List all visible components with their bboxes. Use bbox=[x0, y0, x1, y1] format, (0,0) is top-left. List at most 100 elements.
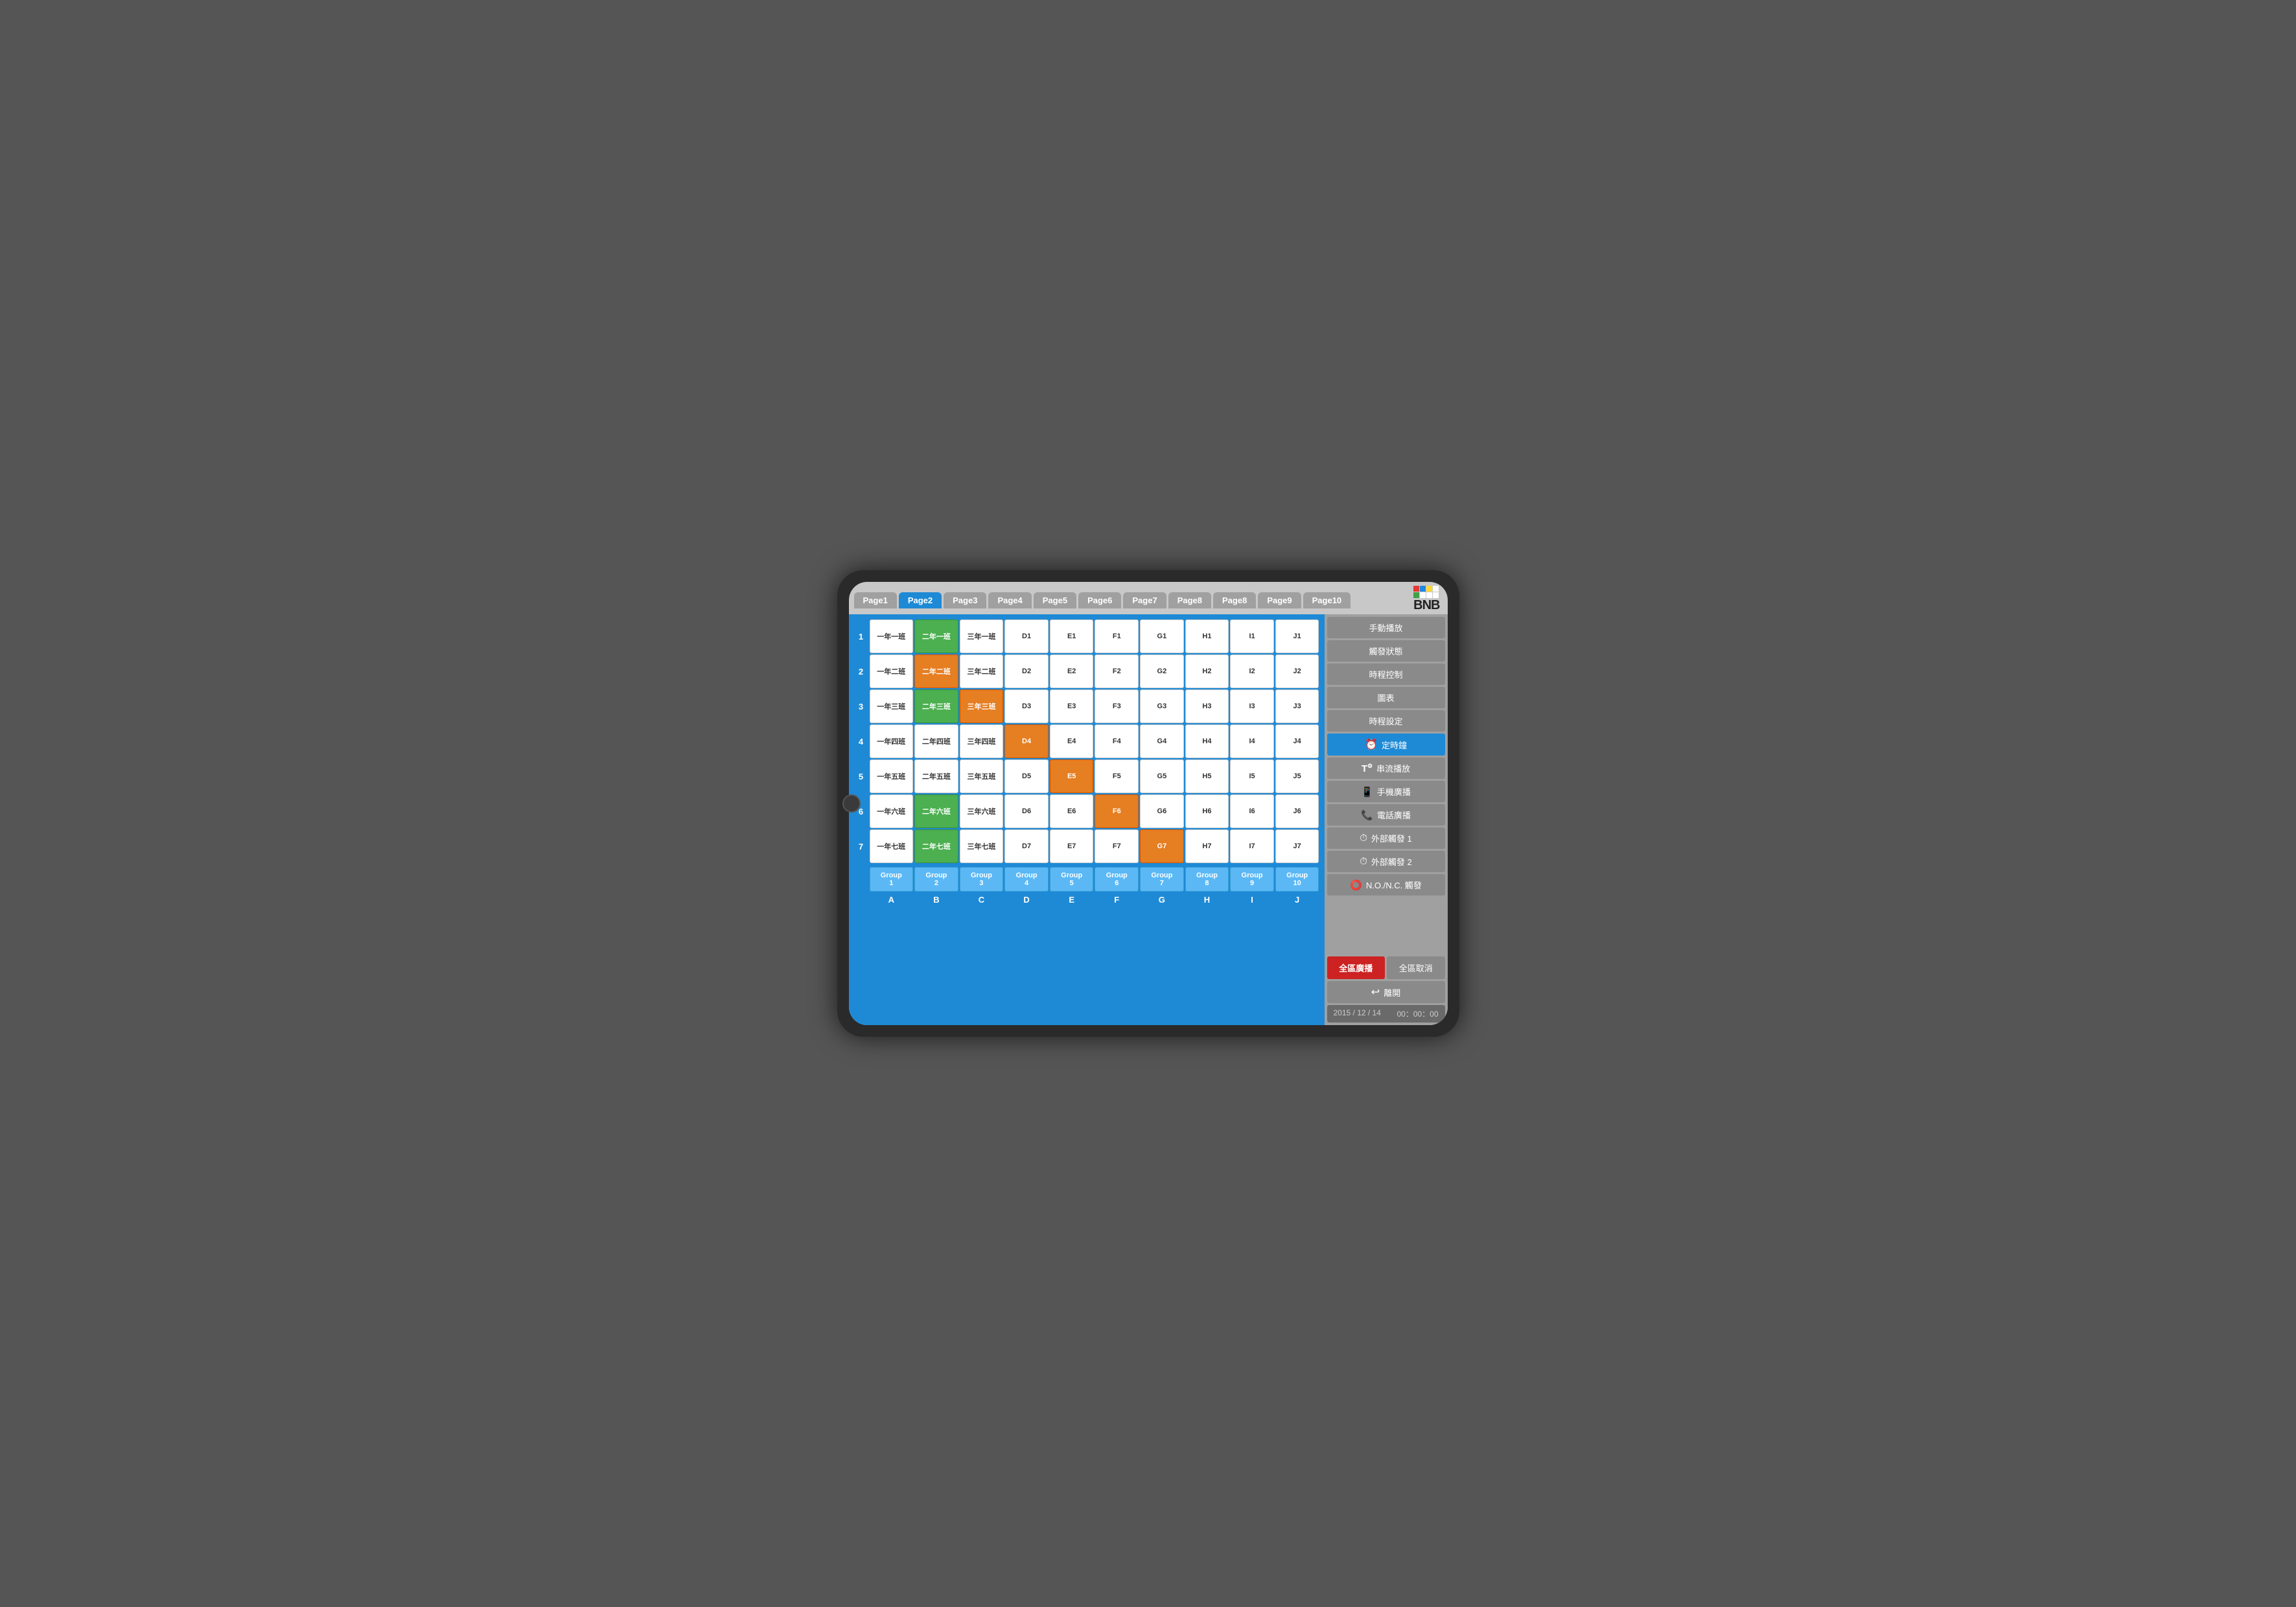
tab-page2[interactable]: Page2 bbox=[899, 592, 942, 608]
cell-7-e[interactable]: E7 bbox=[1050, 829, 1094, 863]
leave-button[interactable]: ↩ 離開 bbox=[1327, 981, 1445, 1003]
cell-7-j[interactable]: J7 bbox=[1275, 829, 1319, 863]
cell-3-g[interactable]: G3 bbox=[1140, 689, 1184, 723]
cell-1-g[interactable]: G1 bbox=[1140, 619, 1184, 653]
menu-stream[interactable]: T⚙ 串流播放 bbox=[1327, 757, 1445, 779]
cell-1-h[interactable]: H1 bbox=[1185, 619, 1229, 653]
group-8[interactable]: Group8 bbox=[1185, 867, 1229, 892]
cell-7-g[interactable]: G7 bbox=[1140, 829, 1184, 863]
cell-5-i[interactable]: I5 bbox=[1230, 759, 1274, 793]
cell-4-j[interactable]: J4 bbox=[1275, 724, 1319, 758]
cell-5-d[interactable]: D5 bbox=[1004, 759, 1049, 793]
tab-page5[interactable]: Page5 bbox=[1034, 592, 1076, 608]
broadcast-all-button[interactable]: 全區廣播 bbox=[1327, 956, 1386, 979]
cell-6-f[interactable]: F6 bbox=[1095, 794, 1139, 828]
cell-4-c[interactable]: 三年四班 bbox=[960, 724, 1004, 758]
cell-3-h[interactable]: H3 bbox=[1185, 689, 1229, 723]
cell-6-d[interactable]: D6 bbox=[1004, 794, 1049, 828]
cell-7-i[interactable]: I7 bbox=[1230, 829, 1274, 863]
cell-3-b[interactable]: 二年三班 bbox=[914, 689, 958, 723]
cell-4-d[interactable]: D4 bbox=[1004, 724, 1049, 758]
cell-5-b[interactable]: 二年五班 bbox=[914, 759, 958, 793]
cell-3-i[interactable]: I3 bbox=[1230, 689, 1274, 723]
cell-6-e[interactable]: E6 bbox=[1050, 794, 1094, 828]
cell-4-i[interactable]: I4 bbox=[1230, 724, 1274, 758]
menu-schedule-settings[interactable]: 時程設定 bbox=[1327, 710, 1445, 732]
tab-page8a[interactable]: Page8 bbox=[1168, 592, 1211, 608]
cell-7-c[interactable]: 三年七班 bbox=[960, 829, 1004, 863]
cell-2-j[interactable]: J2 bbox=[1275, 654, 1319, 688]
cell-5-a[interactable]: 一年五班 bbox=[870, 759, 914, 793]
cell-7-b[interactable]: 二年七班 bbox=[914, 829, 958, 863]
cell-4-a[interactable]: 一年四班 bbox=[870, 724, 914, 758]
cell-7-d[interactable]: D7 bbox=[1004, 829, 1049, 863]
cell-4-e[interactable]: E4 bbox=[1050, 724, 1094, 758]
cell-1-e[interactable]: E1 bbox=[1050, 619, 1094, 653]
group-2[interactable]: Group2 bbox=[914, 867, 958, 892]
group-1[interactable]: Group1 bbox=[870, 867, 914, 892]
cell-5-h[interactable]: H5 bbox=[1185, 759, 1229, 793]
cell-6-j[interactable]: J6 bbox=[1275, 794, 1319, 828]
cell-2-d[interactable]: D2 bbox=[1004, 654, 1049, 688]
cell-2-i[interactable]: I2 bbox=[1230, 654, 1274, 688]
cell-1-j[interactable]: J1 bbox=[1275, 619, 1319, 653]
cell-2-h[interactable]: H2 bbox=[1185, 654, 1229, 688]
cell-3-e[interactable]: E3 bbox=[1050, 689, 1094, 723]
cell-2-e[interactable]: E2 bbox=[1050, 654, 1094, 688]
cell-5-f[interactable]: F5 bbox=[1095, 759, 1139, 793]
tab-page10[interactable]: Page10 bbox=[1303, 592, 1351, 608]
cell-5-e[interactable]: E5 bbox=[1050, 759, 1094, 793]
cell-2-a[interactable]: 一年二班 bbox=[870, 654, 914, 688]
cell-4-b[interactable]: 二年四班 bbox=[914, 724, 958, 758]
group-10[interactable]: Group10 bbox=[1275, 867, 1319, 892]
tab-page4[interactable]: Page4 bbox=[988, 592, 1031, 608]
cell-1-a[interactable]: 一年一班 bbox=[870, 619, 914, 653]
cell-4-f[interactable]: F4 bbox=[1095, 724, 1139, 758]
menu-timer[interactable]: ⏰ 定時鐘 bbox=[1327, 734, 1445, 756]
cell-5-j[interactable]: J5 bbox=[1275, 759, 1319, 793]
tab-page3[interactable]: Page3 bbox=[944, 592, 986, 608]
cancel-all-button[interactable]: 全區取消 bbox=[1387, 956, 1445, 979]
cell-3-d[interactable]: D3 bbox=[1004, 689, 1049, 723]
menu-ext-trigger1[interactable]: ⏱ 外部觸發 1 bbox=[1327, 827, 1445, 849]
menu-mobile[interactable]: 📱 手機廣播 bbox=[1327, 781, 1445, 802]
group-9[interactable]: Group9 bbox=[1230, 867, 1274, 892]
cell-3-f[interactable]: F3 bbox=[1095, 689, 1139, 723]
cell-4-h[interactable]: H4 bbox=[1185, 724, 1229, 758]
tab-page7[interactable]: Page7 bbox=[1123, 592, 1166, 608]
cell-2-f[interactable]: F2 bbox=[1095, 654, 1139, 688]
cell-5-g[interactable]: G5 bbox=[1140, 759, 1184, 793]
cell-1-b[interactable]: 二年一班 bbox=[914, 619, 958, 653]
home-button[interactable] bbox=[842, 794, 861, 813]
cell-7-f[interactable]: F7 bbox=[1095, 829, 1139, 863]
cell-2-g[interactable]: G2 bbox=[1140, 654, 1184, 688]
tab-page1[interactable]: Page1 bbox=[854, 592, 897, 608]
cell-6-h[interactable]: H6 bbox=[1185, 794, 1229, 828]
cell-1-c[interactable]: 三年一班 bbox=[960, 619, 1004, 653]
tab-page6[interactable]: Page6 bbox=[1078, 592, 1121, 608]
cell-6-i[interactable]: I6 bbox=[1230, 794, 1274, 828]
cell-6-a[interactable]: 一年六班 bbox=[870, 794, 914, 828]
group-4[interactable]: Group4 bbox=[1004, 867, 1049, 892]
cell-1-i[interactable]: I1 bbox=[1230, 619, 1274, 653]
menu-phone[interactable]: 📞 電話廣播 bbox=[1327, 804, 1445, 826]
cell-6-b[interactable]: 二年六班 bbox=[914, 794, 958, 828]
tab-page9[interactable]: Page9 bbox=[1258, 592, 1301, 608]
menu-schedule-control[interactable]: 時程控制 bbox=[1327, 664, 1445, 685]
cell-7-h[interactable]: H7 bbox=[1185, 829, 1229, 863]
menu-chart[interactable]: 圖表 bbox=[1327, 687, 1445, 708]
cell-7-a[interactable]: 一年七班 bbox=[870, 829, 914, 863]
menu-nc-trigger[interactable]: ⭕ N.O./N.C. 觸發 bbox=[1327, 874, 1445, 896]
group-3[interactable]: Group3 bbox=[960, 867, 1004, 892]
cell-3-c[interactable]: 三年三班 bbox=[960, 689, 1004, 723]
cell-3-j[interactable]: J3 bbox=[1275, 689, 1319, 723]
cell-4-g[interactable]: G4 bbox=[1140, 724, 1184, 758]
group-6[interactable]: Group6 bbox=[1095, 867, 1139, 892]
cell-6-c[interactable]: 三年六班 bbox=[960, 794, 1004, 828]
cell-6-g[interactable]: G6 bbox=[1140, 794, 1184, 828]
group-7[interactable]: Group7 bbox=[1140, 867, 1184, 892]
cell-3-a[interactable]: 一年三班 bbox=[870, 689, 914, 723]
cell-1-d[interactable]: D1 bbox=[1004, 619, 1049, 653]
menu-manual-play[interactable]: 手動播放 bbox=[1327, 617, 1445, 638]
group-5[interactable]: Group5 bbox=[1050, 867, 1094, 892]
